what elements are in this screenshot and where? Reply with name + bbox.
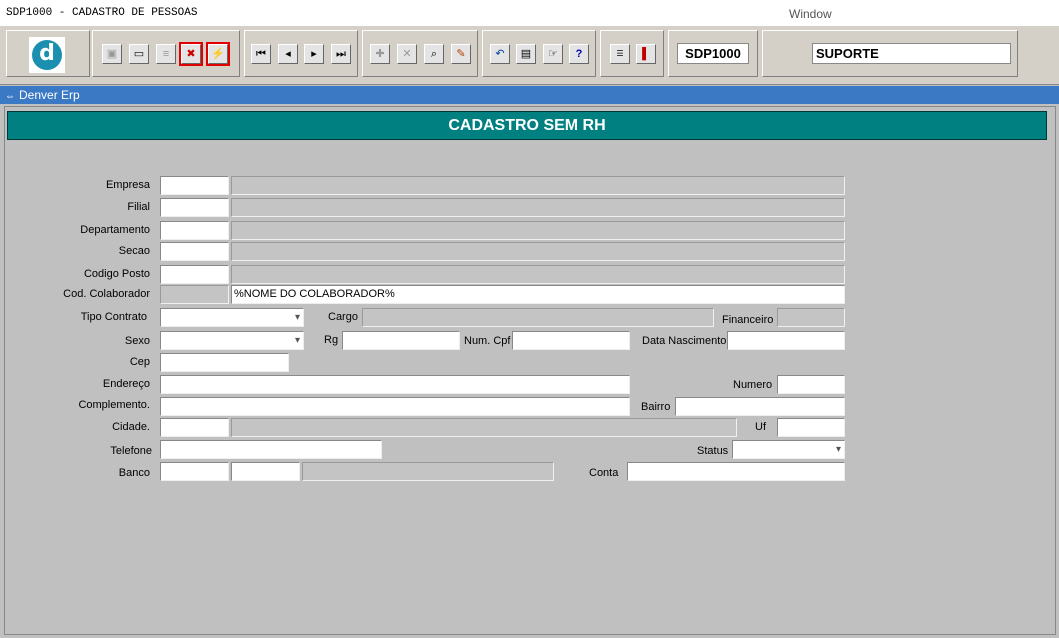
codigo-posto-input[interactable] bbox=[160, 265, 229, 284]
exit-icon[interactable]: ▌ bbox=[636, 44, 656, 64]
cod-colaborador-field bbox=[160, 285, 229, 304]
complemento-input[interactable] bbox=[160, 397, 630, 416]
label-filial: Filial bbox=[127, 201, 150, 213]
window-title: SDP1000 - CADASTRO DE PESSOAS bbox=[6, 7, 198, 19]
delete-record-icon[interactable]: ✖ bbox=[179, 42, 203, 66]
logo-icon: d bbox=[32, 40, 62, 70]
remove-record-icon[interactable]: ✕ bbox=[397, 44, 417, 64]
user-box: SUPORTE bbox=[812, 43, 1011, 64]
prev-record-icon[interactable]: ◂ bbox=[278, 44, 298, 64]
window-icon[interactable]: ▭ bbox=[129, 44, 149, 64]
edit-icon[interactable]: ✎ bbox=[451, 44, 471, 64]
label-secao: Secao bbox=[118, 245, 150, 257]
clipboard-icon[interactable]: ▤ bbox=[516, 44, 536, 64]
filial-input[interactable] bbox=[160, 198, 229, 217]
window-menu[interactable]: Window bbox=[789, 7, 832, 21]
codigo-posto-name-field bbox=[231, 265, 845, 284]
agencia-input[interactable] bbox=[231, 462, 300, 481]
print-icon[interactable]: ≡ bbox=[156, 44, 176, 64]
label-complemento: Complemento. bbox=[78, 399, 150, 411]
empresa-input[interactable] bbox=[160, 176, 229, 195]
label-bairro: Bairro bbox=[641, 401, 671, 413]
departamento-input[interactable] bbox=[160, 221, 229, 240]
next-record-icon[interactable]: ▸ bbox=[304, 44, 324, 64]
label-cidade: Cidade. bbox=[112, 421, 150, 433]
uf-input[interactable] bbox=[777, 418, 845, 437]
label-tipo-contrato: Tipo Contrato bbox=[80, 311, 147, 323]
label-uf: Uf bbox=[755, 421, 766, 433]
tipo-contrato-select[interactable] bbox=[160, 308, 304, 327]
data-nascimento-input[interactable] bbox=[727, 331, 845, 350]
search-icon[interactable]: ⌕ bbox=[424, 44, 444, 64]
app-name: Denver Erp bbox=[19, 88, 80, 102]
label-cargo: Cargo bbox=[328, 311, 358, 323]
telefone-input[interactable] bbox=[160, 440, 382, 459]
label-conta: Conta bbox=[589, 467, 619, 479]
label-rg: Rg bbox=[324, 334, 339, 346]
cidade-name-field bbox=[231, 418, 737, 437]
label-banco: Banco bbox=[118, 467, 150, 479]
label-financeiro: Financeiro bbox=[722, 314, 774, 326]
bairro-input[interactable] bbox=[675, 397, 845, 416]
rg-input[interactable] bbox=[342, 331, 460, 350]
endereco-input[interactable] bbox=[160, 375, 630, 394]
label-sexo: Sexo bbox=[124, 335, 150, 347]
last-record-icon[interactable]: ⏭ bbox=[331, 44, 351, 64]
undo-icon[interactable]: ↶ bbox=[490, 44, 510, 64]
label-cep: Cep bbox=[129, 356, 150, 368]
add-record-icon[interactable]: ✚ bbox=[370, 44, 390, 64]
secao-name-field bbox=[231, 242, 845, 261]
tools-icon[interactable]: ☞ bbox=[543, 44, 563, 64]
help-icon[interactable]: ? bbox=[569, 44, 589, 64]
label-numero: Numero bbox=[733, 379, 773, 391]
cep-input[interactable] bbox=[160, 353, 289, 372]
title-bar: SDP1000 - CADASTRO DE PESSOAS Window bbox=[0, 0, 1059, 26]
app-bar: ⇔ Denver Erp bbox=[0, 86, 1059, 104]
execute-icon[interactable]: ⚡ bbox=[206, 42, 230, 66]
label-data-nascimento: Data Nascimento bbox=[642, 335, 727, 347]
label-empresa: Empresa bbox=[105, 179, 150, 191]
app-icon: ⇔ bbox=[5, 91, 15, 102]
first-record-icon[interactable]: ⏮ bbox=[251, 44, 271, 64]
conta-input[interactable] bbox=[627, 462, 845, 481]
save-icon[interactable]: ▣ bbox=[102, 44, 122, 64]
label-telefone: Telefone bbox=[110, 445, 152, 457]
form-title: CADASTRO SEM RH bbox=[7, 111, 1047, 140]
program-code-box: SDP1000 bbox=[677, 43, 749, 64]
label-codigo-posto: Codigo Posto bbox=[83, 268, 150, 280]
app-logo: d bbox=[29, 37, 65, 73]
filial-name-field bbox=[231, 198, 845, 217]
secao-input[interactable] bbox=[160, 242, 229, 261]
banco-input[interactable] bbox=[160, 462, 229, 481]
menu-icon[interactable]: ☰ bbox=[610, 44, 630, 64]
cidade-input[interactable] bbox=[160, 418, 229, 437]
sexo-select[interactable] bbox=[160, 331, 304, 350]
banco-name-field bbox=[302, 462, 554, 481]
nome-colaborador-input[interactable]: %NOME DO COLABORADOR% bbox=[231, 285, 845, 304]
label-cod-colaborador: Cod. Colaborador bbox=[63, 288, 150, 300]
empresa-name-field bbox=[231, 176, 845, 195]
numero-input[interactable] bbox=[777, 375, 845, 394]
label-status: Status bbox=[697, 445, 729, 457]
financeiro-field bbox=[777, 308, 845, 327]
status-select[interactable] bbox=[732, 440, 845, 459]
label-num-cpf: Num. Cpf bbox=[464, 335, 511, 347]
label-departamento: Departamento bbox=[80, 224, 150, 236]
num-cpf-input[interactable] bbox=[512, 331, 630, 350]
cargo-field bbox=[362, 308, 714, 327]
departamento-name-field bbox=[231, 221, 845, 240]
label-endereco: Endereço bbox=[102, 378, 150, 390]
